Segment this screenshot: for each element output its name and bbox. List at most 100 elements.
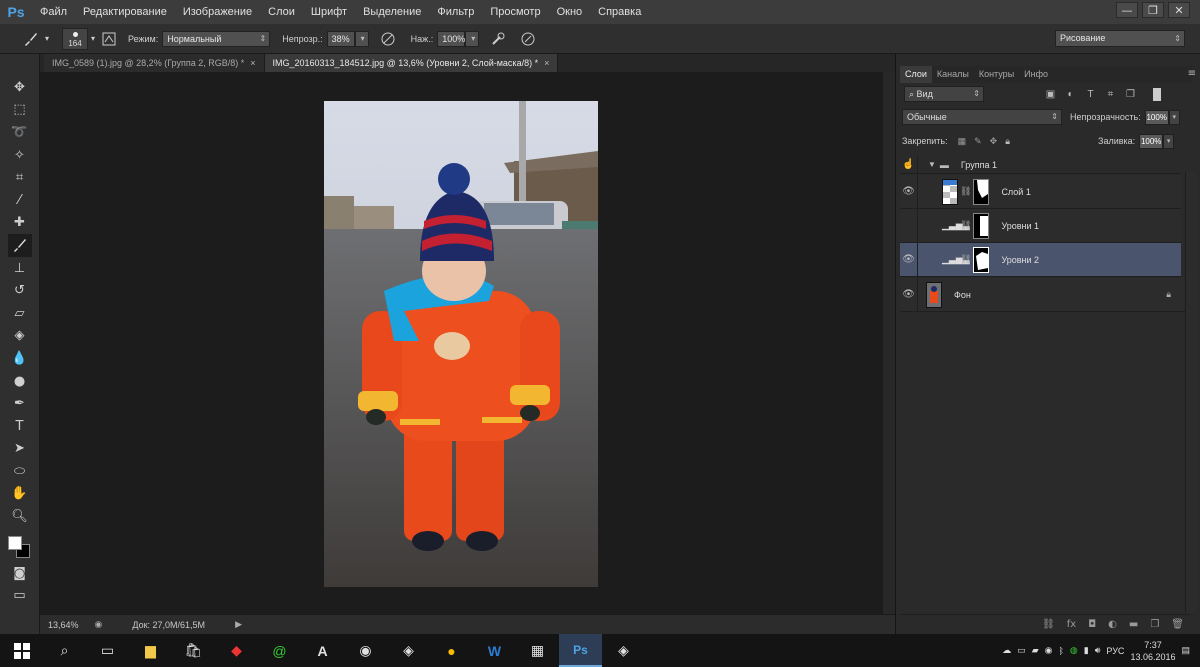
flow-dropdown[interactable]: ▾ xyxy=(465,30,480,47)
app-icon[interactable]: ◆ xyxy=(215,634,258,667)
close-button[interactable]: ✕ xyxy=(1168,2,1190,18)
type-icon[interactable]: T xyxy=(8,415,32,438)
menu-view[interactable]: Просмотр xyxy=(482,0,548,24)
lock-position-icon[interactable]: ✥ xyxy=(990,136,998,147)
filter-kind-select[interactable]: ⌕ Вид ⇕ xyxy=(904,86,984,102)
eye-icon[interactable]: 👁︎ xyxy=(900,242,918,277)
notifications-icon[interactable]: ▤ xyxy=(1181,645,1190,656)
close-icon[interactable]: × xyxy=(250,58,255,68)
chrome-icon[interactable]: ● xyxy=(430,634,473,667)
filter-type-icon[interactable]: T xyxy=(1084,88,1097,101)
layer-opacity-input[interactable]: 100% xyxy=(1144,109,1169,125)
foreground-color-swatch[interactable] xyxy=(7,535,22,550)
new-layer-icon[interactable]: ❐ xyxy=(1150,619,1159,630)
bluetooth-icon[interactable]: ᛒ xyxy=(1059,646,1064,656)
restore-button[interactable]: ❐ xyxy=(1142,2,1164,18)
eye-icon[interactable]: 👁︎ xyxy=(900,277,918,312)
zoom-icon[interactable]: 🔍︎ xyxy=(8,505,32,528)
workspace-select[interactable]: Рисование ⇕ xyxy=(1055,30,1185,47)
camera-app-icon[interactable]: ◉ xyxy=(344,634,387,667)
opacity-input[interactable]: 38% xyxy=(326,30,355,47)
skype-icon[interactable]: ◍ xyxy=(1070,645,1078,656)
magic-wand-icon[interactable]: ✧ xyxy=(8,144,32,167)
cursor-pointer-icon[interactable]: ☝ xyxy=(900,155,918,174)
document-photo[interactable] xyxy=(324,101,598,587)
menu-file[interactable]: Файл xyxy=(32,0,75,24)
language-indicator[interactable]: РУС xyxy=(1106,646,1124,656)
filter-shape-icon[interactable]: ⌗ xyxy=(1104,88,1117,101)
file-explorer-icon[interactable]: ▆ xyxy=(129,634,172,667)
task-view-icon[interactable]: ▭ xyxy=(86,634,129,667)
menu-select[interactable]: Выделение xyxy=(355,0,429,24)
tab-info[interactable]: Инфо xyxy=(1019,66,1053,83)
layers-scrollbar[interactable] xyxy=(1185,172,1197,612)
filter-toggle[interactable] xyxy=(1153,87,1161,101)
trash-icon[interactable]: 🗑︎ xyxy=(1171,619,1184,630)
crop-icon[interactable]: ⌗ xyxy=(8,166,32,189)
tab-channels[interactable]: Каналы xyxy=(932,66,974,83)
font-app-icon[interactable]: A xyxy=(301,634,344,667)
brush-tool-preset-icon[interactable] xyxy=(20,29,42,49)
pressure-opacity-icon[interactable] xyxy=(377,29,399,49)
filter-adjustment-icon[interactable]: ◐ xyxy=(1064,88,1077,101)
play-arrow-icon[interactable]: ▶ xyxy=(235,619,242,630)
layer-row[interactable]: · ▁▃▅▃ ⛓ Уровни 1 xyxy=(900,208,1181,243)
color-swatches[interactable] xyxy=(6,532,34,562)
dodge-icon[interactable]: ● xyxy=(8,370,32,393)
layer-mask-thumbnail[interactable] xyxy=(973,246,990,273)
menu-image[interactable]: Изображение xyxy=(175,0,260,24)
path-select-icon[interactable]: ➤ xyxy=(8,438,32,461)
volume-icon[interactable]: 🔊︎ xyxy=(1095,645,1101,656)
canvas-area[interactable] xyxy=(40,72,882,614)
photoshop-taskbar-icon[interactable]: Ps xyxy=(559,634,602,667)
bucket-icon[interactable]: ◈ xyxy=(8,325,32,348)
mail-agent-icon[interactable]: @ xyxy=(258,634,301,667)
eyedropper-icon[interactable]: ⁄ xyxy=(8,189,32,212)
pen-icon[interactable]: ✒ xyxy=(8,392,32,415)
tab-img-0589[interactable]: IMG_0589 (1).jpg @ 28,2% (Группа 2, RGB/… xyxy=(44,54,265,72)
ellipse-icon[interactable]: ⬭ xyxy=(8,460,32,483)
chevron-down-icon[interactable]: ▼ xyxy=(928,160,936,169)
link-icon[interactable]: ⛓ xyxy=(960,220,971,231)
eye-hidden-icon[interactable]: · xyxy=(900,208,918,243)
lock-transparent-icon[interactable]: ▦ xyxy=(958,136,967,147)
tab-img-20160313[interactable]: IMG_20160313_184512.jpg @ 13,6% (Уровни … xyxy=(264,54,559,72)
eraser-icon[interactable]: ▱ xyxy=(8,302,32,325)
chevron-down-icon[interactable]: ▾ xyxy=(42,29,52,49)
mode-select[interactable]: Нормальный ⇕ xyxy=(162,30,271,47)
blend-mode-select[interactable]: Обычные ⇕ xyxy=(902,109,1062,125)
airbrush-icon[interactable] xyxy=(487,29,509,49)
stamp-icon[interactable]: ⊥ xyxy=(8,257,32,280)
screen-mode-icon[interactable]: ▭ xyxy=(8,584,32,607)
fx-icon[interactable]: fx xyxy=(1067,619,1076,630)
chevron-down-icon[interactable]: ▾ xyxy=(88,29,98,49)
monitor-icon[interactable]: ▭ xyxy=(1017,645,1026,656)
photo-app-icon[interactable]: ◈ xyxy=(387,634,430,667)
clock[interactable]: 7:37 13.06.2016 xyxy=(1130,639,1175,663)
lock-pixels-icon[interactable]: ✎ xyxy=(974,136,982,147)
tab-layers[interactable]: Слои xyxy=(900,66,932,83)
layer-mask-thumbnail[interactable] xyxy=(973,178,990,205)
windows-start-icon[interactable] xyxy=(0,634,43,667)
word-icon[interactable]: W xyxy=(473,634,516,667)
brush-panel-icon[interactable] xyxy=(98,29,120,49)
chevron-down-icon[interactable]: ▾ xyxy=(1168,109,1180,125)
layer-mask-thumbnail[interactable] xyxy=(973,212,990,239)
panel-menu-icon[interactable]: ≡ xyxy=(1188,68,1196,79)
chevron-down-icon[interactable]: ▾ xyxy=(1163,133,1175,149)
layer-row[interactable]: 👁︎ ⛓ Слой 1 xyxy=(900,174,1181,209)
move-icon[interactable]: ✥ xyxy=(8,76,32,99)
minimize-button[interactable]: — xyxy=(1116,2,1138,18)
pressure-size-icon[interactable] xyxy=(517,29,539,49)
lock-all-icon[interactable]: 🔒︎ xyxy=(1005,136,1010,147)
adjustment-layer-icon[interactable]: ◐ xyxy=(1108,619,1117,630)
menu-help[interactable]: Справка xyxy=(590,0,649,24)
filter-smart-icon[interactable]: ❐ xyxy=(1124,88,1137,101)
link-layers-icon[interactable]: ⛓ xyxy=(1042,619,1055,630)
calculator-icon[interactable]: ▦ xyxy=(516,634,559,667)
tab-paths[interactable]: Контуры xyxy=(974,66,1019,83)
brush-size-picker[interactable]: 164 xyxy=(62,27,88,50)
menu-filter[interactable]: Фильтр xyxy=(429,0,482,24)
fill-input[interactable]: 100% xyxy=(1139,133,1164,149)
brush-icon[interactable] xyxy=(7,234,32,257)
